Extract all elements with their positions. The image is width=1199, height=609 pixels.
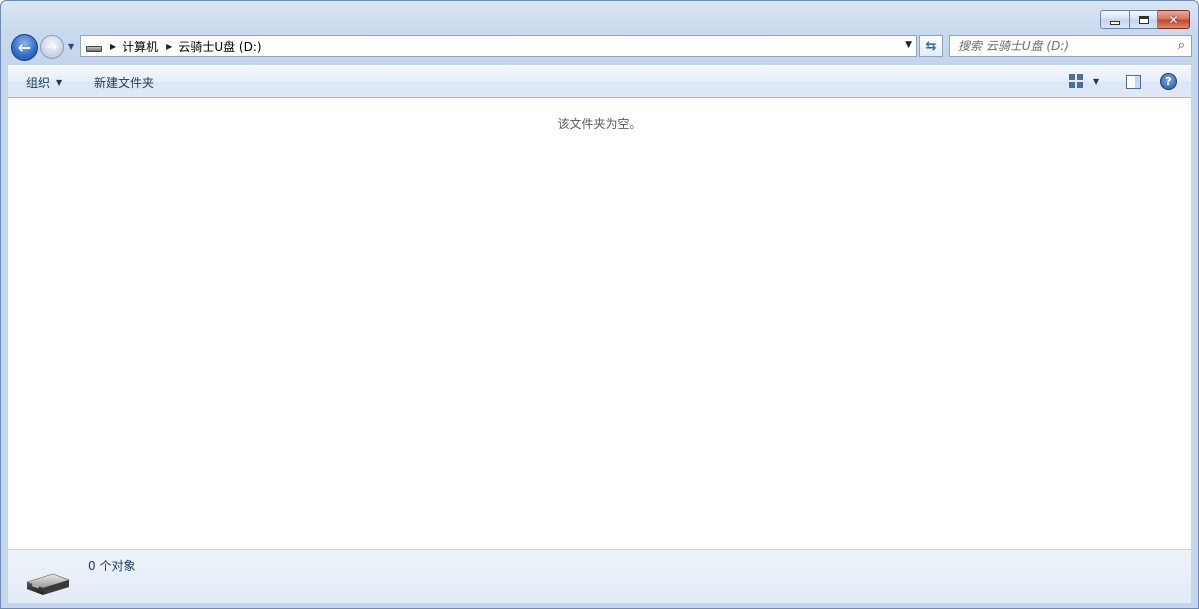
search-icon[interactable]: ⌕ — [1178, 38, 1185, 53]
new-folder-button[interactable]: 新建文件夹 — [94, 74, 154, 91]
back-arrow-icon: ← — [17, 38, 32, 57]
breadcrumb-separator-icon[interactable]: ▶ — [110, 42, 116, 51]
minimize-button[interactable] — [1100, 10, 1130, 29]
recent-pages-dropdown[interactable]: ▼ — [68, 42, 74, 51]
breadcrumb-drive[interactable]: 云骑士U盘 (D:) — [178, 38, 261, 55]
search-input[interactable] — [958, 37, 1168, 55]
organize-label: 组织 — [26, 76, 51, 90]
address-dropdown-icon[interactable]: ▼ — [905, 40, 912, 50]
close-button[interactable]: ✕ — [1158, 10, 1190, 29]
forward-button[interactable]: → — [40, 35, 64, 59]
command-bar: 组织 ▼ 新建文件夹 ▼ ? — [8, 65, 1191, 98]
file-list-area[interactable]: 该文件夹为空。 — [8, 98, 1191, 549]
new-folder-label: 新建文件夹 — [94, 76, 155, 90]
search-box[interactable]: ⌕ — [949, 35, 1192, 57]
help-icon: ? — [1165, 75, 1172, 88]
close-icon: ✕ — [1168, 12, 1179, 27]
navigation-row: ← → ▼ ▶ 计算机 ▶ 云骑士U盘 (D:) ▼ ⇆ ⌕ — [9, 33, 1192, 61]
caption-buttons: ✕ — [1100, 10, 1190, 29]
maximize-button[interactable] — [1130, 10, 1158, 29]
breadcrumb-computer[interactable]: 计算机 — [122, 38, 158, 55]
chevron-down-icon: ▼ — [56, 78, 63, 87]
details-pane: 0 个对象 — [8, 549, 1191, 603]
preview-pane-button[interactable] — [1126, 75, 1141, 89]
refresh-button[interactable]: ⇆ — [919, 35, 943, 57]
explorer-window: ✕ ← → ▼ ▶ 计算机 ▶ 云骑士U盘 (D:) ▼ ⇆ ⌕ 组织 ▼ — [0, 0, 1199, 609]
drive-icon — [86, 46, 102, 52]
help-button[interactable]: ? — [1160, 73, 1177, 90]
change-view-button[interactable]: ▼ — [1069, 74, 1099, 88]
empty-folder-message: 该文件夹为空。 — [557, 117, 642, 131]
address-bar[interactable]: ▶ 计算机 ▶ 云骑士U盘 (D:) ▼ — [80, 35, 917, 57]
breadcrumb-separator-icon[interactable]: ▶ — [166, 42, 172, 51]
forward-arrow-icon: → — [46, 39, 58, 55]
item-count: 0 个对象 — [88, 559, 136, 573]
chevron-down-icon[interactable]: ▼ — [1093, 77, 1099, 86]
organize-button[interactable]: 组织 ▼ — [26, 74, 62, 91]
usb-drive-icon — [26, 573, 70, 595]
maximize-icon — [1138, 15, 1149, 24]
views-icon — [1069, 74, 1083, 88]
back-button[interactable]: ← — [11, 34, 38, 61]
refresh-icon: ⇆ — [925, 38, 937, 54]
minimize-icon — [1110, 20, 1120, 25]
